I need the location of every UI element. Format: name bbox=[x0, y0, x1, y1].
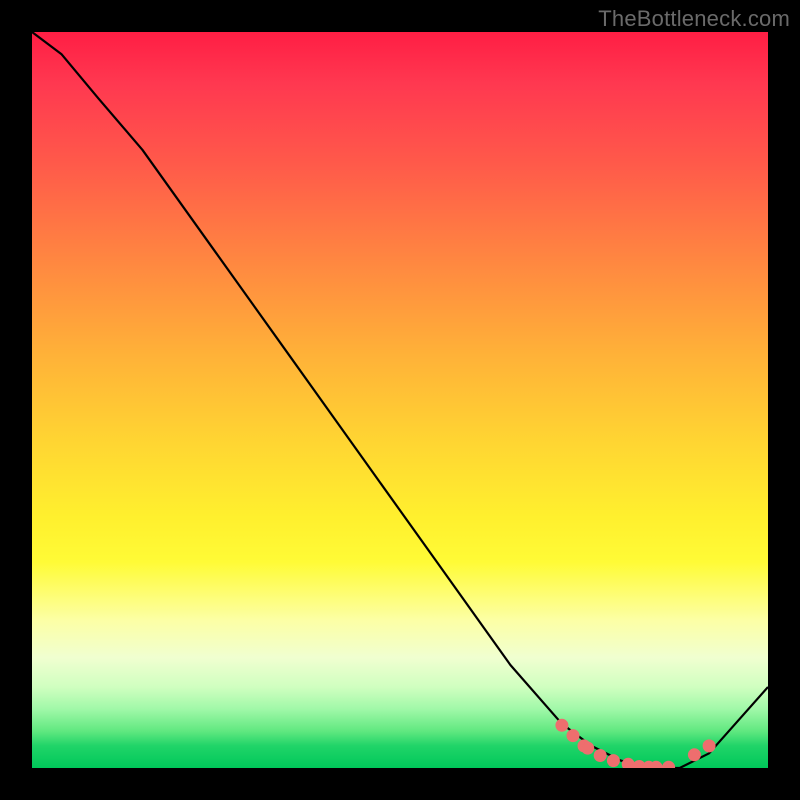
marker-group bbox=[556, 719, 715, 768]
chart-frame: TheBottleneck.com bbox=[0, 0, 800, 800]
bottleneck-curve bbox=[32, 32, 768, 768]
curve-marker bbox=[607, 755, 619, 767]
curve-marker bbox=[594, 750, 606, 762]
curve-marker bbox=[556, 719, 568, 731]
curve-marker bbox=[582, 742, 594, 754]
curve-marker bbox=[622, 758, 634, 768]
curve-marker bbox=[567, 730, 579, 742]
watermark-text: TheBottleneck.com bbox=[598, 6, 790, 32]
chart-svg bbox=[32, 32, 768, 768]
curve-marker bbox=[703, 740, 715, 752]
curve-marker bbox=[688, 749, 700, 761]
curve-marker bbox=[663, 761, 675, 768]
